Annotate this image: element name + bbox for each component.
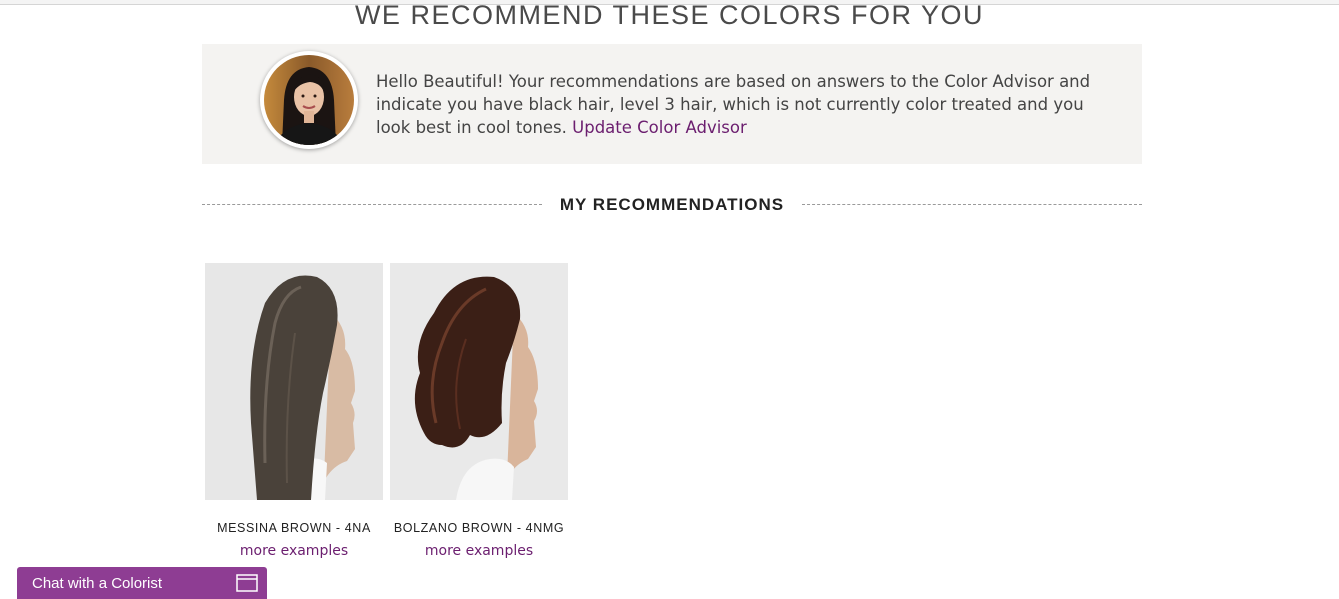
window-icon[interactable] [236, 574, 258, 592]
page-title: WE RECOMMEND THESE COLORS FOR YOU [354, 0, 985, 30]
heading-divider-right [802, 204, 1142, 205]
more-examples-link[interactable]: more examples [390, 543, 568, 560]
heading-divider-left [202, 204, 542, 205]
more-examples-link[interactable]: more examples [205, 543, 383, 560]
advisor-panel: Hello Beautiful! Your recommendations ar… [202, 44, 1142, 164]
product-image-bolzano-brown[interactable] [390, 263, 568, 500]
product-image-messina-brown[interactable] [205, 263, 383, 500]
recommendations-heading: MY RECOMMENDATIONS [202, 193, 1142, 217]
section-title: MY RECOMMENDATIONS [559, 195, 785, 214]
colorist-portrait-icon [264, 55, 354, 145]
product-name[interactable]: BOLZANO BROWN - 4NMG [390, 520, 568, 536]
product-name[interactable]: MESSINA BROWN - 4NA [205, 520, 383, 536]
product-card-bolzano-brown: BOLZANO BROWN - 4NMG more examples [390, 263, 568, 560]
chat-with-colorist-tab[interactable]: Chat with a Colorist [17, 567, 267, 599]
colorist-avatar [260, 51, 358, 149]
update-color-advisor-link[interactable]: Update Color Advisor [572, 118, 747, 137]
product-card-messina-brown: MESSINA BROWN - 4NA more examples [205, 263, 383, 560]
chat-label: Chat with a Colorist [32, 575, 163, 592]
advisor-message: Hello Beautiful! Your recommendations ar… [376, 70, 1096, 139]
